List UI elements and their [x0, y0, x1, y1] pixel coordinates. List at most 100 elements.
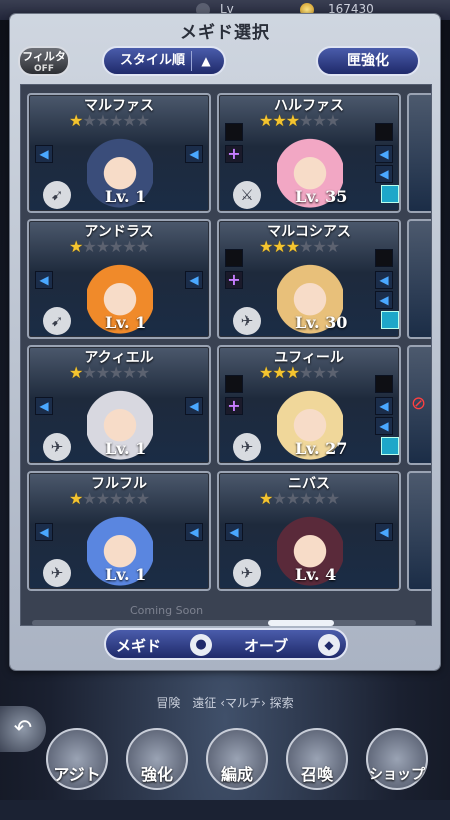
wing-icon: ✈ [233, 559, 261, 587]
plus-icon: + [225, 145, 243, 163]
star-icon: ★ [82, 111, 96, 130]
star-icon: ★ [135, 363, 150, 382]
star-icon: ★ [95, 237, 110, 256]
megido-card[interactable]: マルコシアス ★★★★★★ + ◀ ◀ ✈ Lv. 30 [217, 219, 401, 339]
megido-orb-toggle[interactable]: メギド ● オーブ ◆ [104, 628, 348, 660]
megido-card-partial[interactable] [407, 219, 431, 339]
megido-card[interactable]: ユフィール ★★★★★★ + ◀ ◀ ✈ Lv. 27 [217, 345, 401, 465]
dialog-title: メギド選択 [180, 23, 270, 43]
orb-slot: ◀ [35, 145, 53, 163]
megido-level: Lv. 4 [295, 565, 337, 584]
star-icon: ★ [259, 489, 273, 508]
orb-slot: ◀ [375, 523, 393, 541]
star-icon: ★ [259, 111, 273, 130]
orb-slot: ◀ [185, 271, 203, 289]
star-icon: ★ [325, 363, 340, 382]
megido-level: Lv. 1 [105, 187, 147, 206]
megido-card[interactable]: ハルファス ★★★★★★ + ◀ ◀ ⚔ Lv. 35 [217, 93, 401, 213]
orb-slot-empty [375, 375, 393, 393]
gem-icon [381, 437, 399, 455]
nav-home[interactable]: アジト [46, 728, 108, 790]
sort-label: スタイル順 [120, 53, 186, 68]
star-icon: ★ [82, 363, 96, 382]
wing-icon: ✈ [43, 559, 71, 587]
orb-slot: ◀ [375, 165, 393, 183]
orb-slot-empty [225, 249, 243, 267]
orb-slot: ◀ [35, 523, 53, 541]
orb-icon: ◆ [318, 634, 340, 656]
nav-summon[interactable]: 召喚 [286, 728, 348, 790]
star-icon: ★ [82, 237, 96, 256]
megido-card[interactable]: アンドラス ★★★★★★ ◀ ◀ ➹ Lv. 1 [27, 219, 211, 339]
toggle-megido-label[interactable]: メギド [116, 635, 161, 656]
megido-level: Lv. 27 [295, 439, 348, 458]
back-button[interactable]: ↶ [0, 706, 46, 752]
horizontal-scrollbar[interactable] [32, 620, 416, 626]
bow-icon: ➹ [43, 181, 71, 209]
orb-slot-empty [225, 123, 243, 141]
megido-card[interactable]: アクィエル ★★★★★★ ◀ ◀ ✈ Lv. 1 [27, 345, 211, 465]
wing-icon: ✈ [43, 433, 71, 461]
nav-shop[interactable]: ショップ [366, 728, 428, 790]
megido-card-partial[interactable] [407, 471, 431, 591]
orb-slot: ◀ [375, 291, 393, 309]
person-icon: ● [190, 634, 212, 656]
star-icon: ★ [69, 111, 83, 130]
star-icon: ★ [135, 237, 150, 256]
star-icon: ★ [95, 489, 110, 508]
orb-slot: ◀ [375, 397, 393, 415]
wing-icon: ✈ [233, 433, 261, 461]
gem-icon [381, 311, 399, 329]
star-icon: ★ [325, 489, 340, 508]
megido-card-partial[interactable] [407, 93, 431, 213]
sub-navigation[interactable]: 冒険 遠征 ‹マルチ› 探索 [0, 694, 450, 711]
star-icon: ★ [285, 111, 300, 130]
wing-icon: ✈ [233, 307, 261, 335]
star-icon: ★ [272, 363, 286, 382]
megido-level: Lv. 1 [105, 313, 147, 332]
sword-icon: ⚔ [233, 181, 261, 209]
star-icon: ★ [259, 363, 273, 382]
megido-card[interactable]: マルファス ★★★★★★ ◀ ◀ ➹ Lv. 1 [27, 93, 211, 213]
star-icon: ★ [272, 111, 286, 130]
orb-slot: ◀ [185, 523, 203, 541]
orb-slot: ◀ [185, 397, 203, 415]
sort-direction-icon[interactable]: ▲ [191, 51, 220, 71]
nav-enhance[interactable]: 強化 [126, 728, 188, 790]
megido-level: Lv. 1 [105, 439, 147, 458]
unavailable-icon: ⊘ [411, 393, 427, 414]
orb-slot: ◀ [375, 145, 393, 163]
star-icon: ★ [272, 237, 286, 256]
megido-select-dialog: メギド選択 フィルタ OFF スタイル順 ▲ 匣強化 マルファス ★★★★★★ ◀ ◀… [10, 14, 440, 670]
orb-slot: ◀ [225, 523, 243, 541]
star-icon: ★ [325, 111, 340, 130]
star-icon: ★ [82, 489, 96, 508]
star-icon: ★ [135, 489, 150, 508]
megido-card[interactable]: ニバス ★★★★★★ ◀ ◀ ✈ Lv. 4 [217, 471, 401, 591]
star-icon: ★ [285, 363, 300, 382]
megido-level: Lv. 1 [105, 565, 147, 584]
star-icon: ★ [95, 111, 110, 130]
orb-slot: ◀ [35, 397, 53, 415]
megido-card-partial[interactable]: ⊘ [407, 345, 431, 465]
star-icon: ★ [285, 237, 300, 256]
plus-icon: + [225, 397, 243, 415]
sort-button[interactable]: スタイル順 ▲ [102, 46, 226, 76]
star-icon: ★ [259, 237, 273, 256]
megido-card[interactable]: フルフル ★★★★★★ ◀ ◀ ✈ Lv. 1 [27, 471, 211, 591]
star-icon: ★ [69, 489, 83, 508]
filter-state: OFF [34, 64, 54, 74]
star-icon: ★ [325, 237, 340, 256]
megido-grid: マルファス ★★★★★★ ◀ ◀ ➹ Lv. 1 ハルファス ★★★★★★ + ◀ ◀ ⚔ Lv. 35… [20, 84, 432, 626]
orb-slot: ◀ [35, 271, 53, 289]
boost-button[interactable]: 匣強化 [316, 46, 420, 76]
toggle-orb-label[interactable]: オーブ [244, 635, 288, 656]
star-icon: ★ [135, 111, 150, 130]
filter-button[interactable]: フィルタ OFF [18, 46, 70, 76]
scrollbar-thumb[interactable] [268, 620, 334, 626]
orb-slot: ◀ [375, 417, 393, 435]
megido-level: Lv. 30 [295, 313, 348, 332]
orb-slot: ◀ [375, 271, 393, 289]
megido-level: Lv. 35 [295, 187, 348, 206]
nav-formation[interactable]: 編成 [206, 728, 268, 790]
